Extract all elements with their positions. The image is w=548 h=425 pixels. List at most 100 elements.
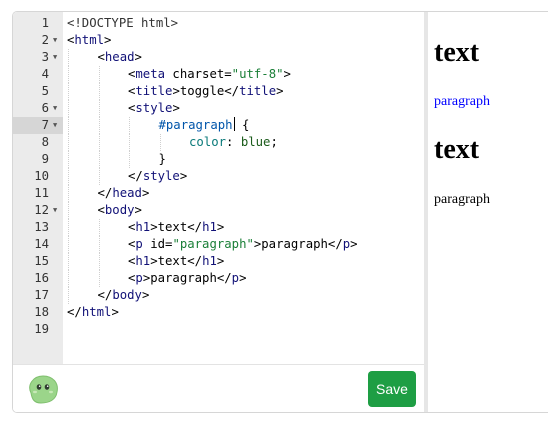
indent-guide <box>129 151 130 168</box>
code-token: > <box>134 50 142 64</box>
save-button[interactable]: Save <box>368 371 416 407</box>
code-token: </ <box>187 254 203 268</box>
indent-guide <box>98 66 100 83</box>
indent-guide <box>98 100 100 117</box>
code-text: <!DOCTYPE html> <box>67 15 178 32</box>
code-token: title <box>239 84 277 98</box>
code-token: p <box>231 271 240 285</box>
code-token: #paragraph <box>158 118 233 132</box>
code-token: > <box>141 288 150 302</box>
code-line[interactable]: 4 <meta charset="utf-8"> <box>13 66 424 83</box>
indent-guide <box>68 66 69 83</box>
code-token: <!DOCTYPE html> <box>67 16 179 30</box>
code-token: head <box>112 186 142 200</box>
code-line[interactable]: 9} <box>13 151 424 168</box>
line-number-cell: 2 ▼ <box>13 32 63 49</box>
code-token: { <box>234 118 250 132</box>
code-token: > <box>104 33 112 47</box>
line-number: 17 <box>34 288 49 302</box>
editor-footer: Save <box>13 364 424 412</box>
fold-arrow-icon[interactable]: ▼ <box>53 100 57 117</box>
indent-guide <box>98 83 100 100</box>
code-token: body <box>112 288 142 302</box>
line-number-cell: 12 ▼ <box>13 202 63 219</box>
code-line[interactable]: 11 </head> <box>13 185 424 202</box>
code-token: </ <box>224 84 240 98</box>
line-number: 19 <box>34 322 49 336</box>
code-text: <title>toggle</title> <box>128 83 284 100</box>
code-line[interactable]: 6 ▼ <style> <box>13 100 424 117</box>
code-text: </body> <box>98 287 150 304</box>
line-number: 15 <box>34 254 49 268</box>
code-line[interactable]: 10 </style> <box>13 168 424 185</box>
code-line[interactable]: 16 <p>paragraph</p> <box>13 270 424 287</box>
code-token: </ <box>187 220 203 234</box>
preview-heading-1: text <box>434 37 480 68</box>
fold-arrow-icon[interactable]: ▼ <box>53 32 57 49</box>
code-line[interactable]: 2 ▼ <html> <box>13 32 424 49</box>
code-token: > <box>150 254 158 268</box>
line-number: 8 <box>41 135 49 149</box>
code-text: </html> <box>67 304 119 321</box>
code-line[interactable]: 15 <h1>text</h1> <box>13 253 424 270</box>
line-number-cell: 14 <box>13 236 63 253</box>
code-token: = <box>224 67 232 81</box>
line-number: 13 <box>34 220 49 234</box>
code-token: h1 <box>202 220 217 234</box>
code-token: h1 <box>135 254 151 268</box>
code-line[interactable]: 1 <!DOCTYPE html> <box>13 15 424 32</box>
code-line[interactable]: 18 </html> <box>13 304 424 321</box>
code-token: paragraph <box>261 237 328 251</box>
code-line[interactable]: 14 <p id="paragraph">paragraph</p> <box>13 236 424 253</box>
code-text: <h1>text</h1> <box>128 253 224 270</box>
preview-pane: text paragraph text paragraph <box>428 12 548 412</box>
code-text: color: blue; <box>189 134 278 151</box>
line-number-cell: 19 <box>13 321 63 338</box>
indent-guide <box>68 270 69 287</box>
code-token: p <box>135 271 143 285</box>
code-token: style <box>142 169 180 183</box>
line-number: 7 <box>41 118 49 132</box>
code-token: </ <box>67 305 82 319</box>
code-text: <p>paragraph</p> <box>128 270 246 287</box>
code-token: </ <box>97 288 113 302</box>
indent-guide <box>68 117 69 134</box>
code-token: < <box>97 203 105 217</box>
code-text: } <box>159 151 166 168</box>
code-line[interactable]: 5 <title>toggle</title> <box>13 83 424 100</box>
code-token: </ <box>216 271 232 285</box>
fold-arrow-icon[interactable]: ▼ <box>53 49 57 66</box>
code-line[interactable]: 12 ▼ <body> <box>13 202 424 219</box>
code-editor[interactable]: 1 <!DOCTYPE html> 2 ▼ <html> 3 ▼ <head> 4 <meta c… <box>13 12 424 364</box>
line-number-cell: 6 ▼ <box>13 100 63 117</box>
line-number-cell: 9 <box>13 151 63 168</box>
code-text: #paragraph { <box>158 117 250 134</box>
code-line[interactable]: 19 <box>13 321 424 338</box>
line-number-cell: 3 ▼ <box>13 49 63 66</box>
code-line[interactable]: 13 <h1>text</h1> <box>13 219 424 236</box>
code-text: <body> <box>98 202 142 219</box>
line-number: 6 <box>41 101 49 115</box>
code-token: > <box>239 271 247 285</box>
indent-guide <box>98 117 100 134</box>
code-token: </ <box>128 169 143 183</box>
code-token: toggle <box>179 84 225 98</box>
indent-guide <box>98 134 100 151</box>
fold-arrow-icon[interactable]: ▼ <box>53 117 57 134</box>
code-line[interactable]: 7 ▼ #paragraph { <box>13 117 424 134</box>
code-token: > <box>283 67 291 81</box>
code-token: html <box>74 33 105 47</box>
code-token: title <box>135 84 173 98</box>
code-token: </ <box>327 237 343 251</box>
line-number-cell: 4 <box>13 66 63 83</box>
code-token: body <box>104 203 135 217</box>
code-token: > <box>172 101 180 115</box>
code-line[interactable]: 17 </body> <box>13 287 424 304</box>
code-line[interactable]: 3 ▼ <head> <box>13 49 424 66</box>
line-number: 12 <box>34 203 49 217</box>
code-text: <head> <box>98 49 142 66</box>
code-line[interactable]: 8 color: blue; <box>13 134 424 151</box>
line-number-cell: 11 <box>13 185 63 202</box>
fold-arrow-icon[interactable]: ▼ <box>53 202 57 219</box>
code-text: <style> <box>128 100 180 117</box>
